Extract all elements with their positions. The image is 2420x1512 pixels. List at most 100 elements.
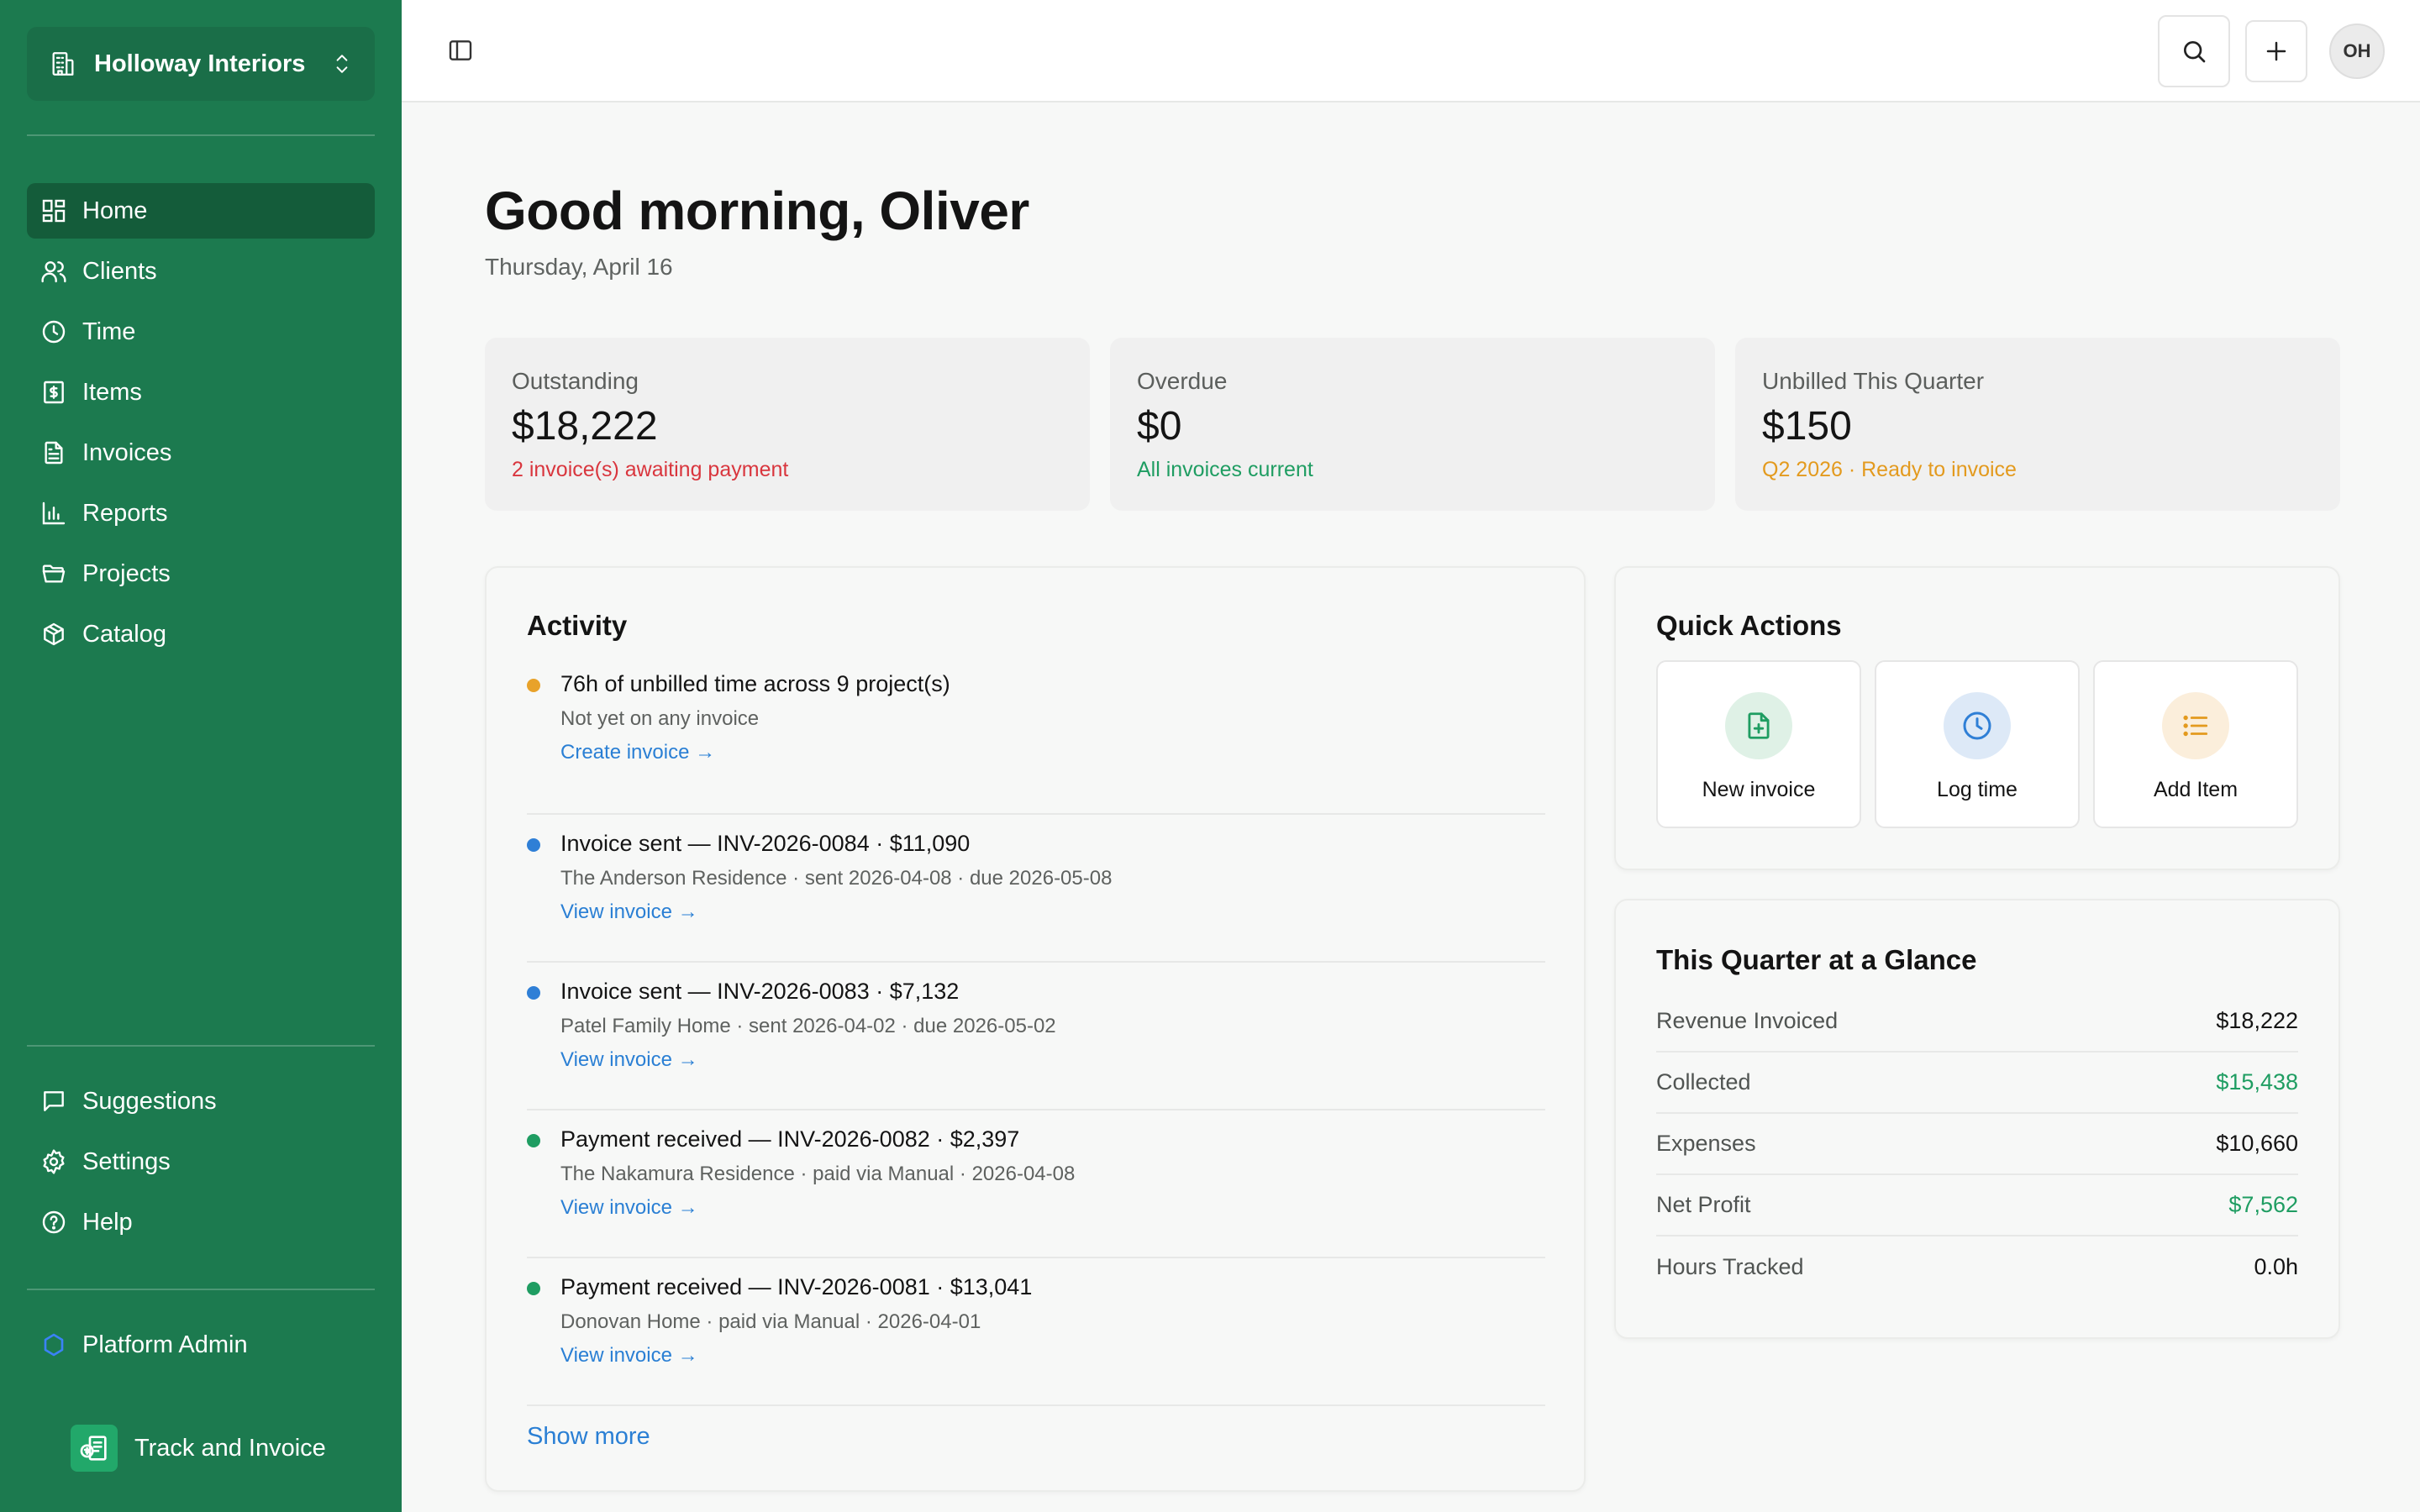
show-more-link[interactable]: Show more	[527, 1423, 650, 1451]
activity-item: Payment received — INV-2026-0082 · $2,39…	[527, 1110, 1545, 1258]
sidebar-item-clients[interactable]: Clients	[27, 244, 375, 299]
log-time-button[interactable]: Log time	[1875, 660, 2080, 828]
sidebar-item-projects[interactable]: Projects	[27, 546, 375, 601]
activity-item: Payment received — INV-2026-0081 · $13,0…	[527, 1258, 1545, 1406]
stat-subtext: 2 invoice(s) awaiting payment	[512, 458, 789, 481]
sidebar-toggle-icon[interactable]	[447, 37, 474, 64]
brand: Track and Invoice	[71, 1425, 326, 1472]
message-icon	[44, 1091, 64, 1111]
activity-item-title: Invoice sent — INV-2026-0084 · $11,090	[560, 831, 971, 856]
glance-row-net-profit: Net Profit $7,562	[1656, 1175, 2298, 1236]
workspace-switcher[interactable]: Holloway Interiors	[27, 27, 375, 101]
glance-row-collected: Collected $15,438	[1656, 1053, 2298, 1114]
workspace-name: Holloway Interiors	[94, 50, 306, 77]
sidebar-item-settings[interactable]: Settings	[27, 1134, 375, 1189]
view-invoice-link[interactable]: View invoice →	[560, 1045, 698, 1075]
add-button[interactable]	[2245, 20, 2307, 82]
dollar-receipt-icon	[44, 381, 64, 404]
activity-item-detail: The Nakamura Residence · paid via Manual…	[560, 1163, 1076, 1185]
sidebar-divider	[27, 1289, 375, 1290]
brand-logo	[71, 1425, 118, 1472]
sidebar-divider	[27, 134, 375, 136]
admin-nav: Platform Admin	[27, 1317, 375, 1378]
glance-label: Collected	[1656, 1069, 1751, 1095]
glance-label: Net Profit	[1656, 1192, 1751, 1217]
primary-nav: Home Clients Time Items Invoices Reports…	[27, 183, 375, 667]
status-dot	[527, 1134, 540, 1147]
sidebar-item-items[interactable]: Items	[27, 365, 375, 420]
sidebar-item-label: Items	[82, 378, 142, 406]
stat-card-unbilled[interactable]: Unbilled This Quarter $150 Q2 2026 · Rea…	[1735, 338, 2340, 511]
secondary-nav: Suggestions Settings Help	[27, 1074, 375, 1255]
sidebar-item-invoices[interactable]: Invoices	[27, 425, 375, 480]
status-dot	[527, 838, 540, 852]
glance-table: Revenue Invoiced $18,222 Collected $15,4…	[1656, 991, 2298, 1298]
status-dot	[527, 1282, 540, 1295]
sidebar-item-platform-admin[interactable]: Platform Admin	[27, 1317, 375, 1373]
activity-item-detail: Patel Family Home · sent 2026-04-02 · du…	[560, 1015, 1056, 1037]
hexagon-icon	[44, 1333, 64, 1357]
view-invoice-link[interactable]: View invoice →	[560, 1341, 698, 1371]
users-icon	[41, 261, 66, 283]
sidebar-divider	[27, 1045, 375, 1047]
chevrons-up-down-icon	[336, 55, 348, 73]
page-title: Good morning, Oliver	[485, 181, 1029, 241]
package-icon	[44, 622, 64, 646]
glance-label: Hours Tracked	[1656, 1254, 1804, 1279]
stat-card-overdue[interactable]: Overdue $0 All invoices current	[1110, 338, 1715, 511]
quick-action-label: New invoice	[1702, 778, 1816, 801]
glance-title: This Quarter at a Glance	[1656, 944, 1977, 975]
activity-item: 76h of unbilled time across 9 project(s)…	[527, 667, 1545, 815]
glance-label: Revenue Invoiced	[1656, 1008, 1839, 1033]
sidebar-item-suggestions[interactable]: Suggestions	[27, 1074, 375, 1129]
add-item-button[interactable]: Add Item	[2093, 660, 2298, 828]
stat-value: $150	[1762, 404, 1852, 449]
activity-card: Activity 76h of unbilled time across 9 p…	[485, 566, 1586, 1492]
dashboard-icon	[42, 199, 66, 223]
status-dot	[527, 679, 540, 692]
new-invoice-icon-circle	[1725, 692, 1792, 759]
sidebar-item-catalog[interactable]: Catalog	[27, 606, 375, 662]
activity-item: Invoice sent — INV-2026-0084 · $11,090 T…	[527, 815, 1545, 963]
gear-icon	[43, 1149, 65, 1174]
stat-label: Outstanding	[512, 368, 639, 394]
glance-label: Expenses	[1656, 1131, 1756, 1156]
sidebar-item-home[interactable]: Home	[27, 183, 375, 239]
status-dot	[527, 986, 540, 1000]
sidebar-item-label: Catalog	[82, 620, 166, 648]
stat-subtext: All invoices current	[1137, 458, 1313, 481]
activity-item-detail: Not yet on any invoice	[560, 707, 760, 730]
view-invoice-link[interactable]: View invoice →	[560, 1193, 698, 1223]
clock-icon	[1963, 711, 1991, 740]
quarter-glance-card: This Quarter at a Glance Revenue Invoice…	[1614, 899, 2340, 1339]
building-icon	[52, 52, 74, 76]
document-icon	[45, 441, 63, 465]
activity-item-title: Invoice sent — INV-2026-0083 · $7,132	[560, 979, 960, 1004]
quick-action-label: Add Item	[2153, 778, 2238, 801]
stat-card-outstanding[interactable]: Outstanding $18,222 2 invoice(s) awaitin…	[485, 338, 1090, 511]
sidebar-item-label: Platform Admin	[82, 1331, 248, 1358]
sidebar-item-help[interactable]: Help	[27, 1194, 375, 1250]
stat-value: $0	[1137, 404, 1182, 449]
current-date: Thursday, April 16	[485, 254, 673, 280]
glance-row-hours: Hours Tracked 0.0h	[1656, 1236, 2298, 1298]
stat-value: $18,222	[512, 404, 658, 449]
sidebar-item-reports[interactable]: Reports	[27, 486, 375, 541]
add-item-icon-circle	[2162, 692, 2229, 759]
user-avatar[interactable]: OH	[2329, 24, 2385, 79]
view-invoice-link[interactable]: View invoice →	[560, 897, 698, 927]
invoice-logo-icon	[80, 1436, 107, 1461]
sidebar-item-time[interactable]: Time	[27, 304, 375, 360]
new-invoice-button[interactable]: New invoice	[1656, 660, 1861, 828]
activity-item-title: Payment received — INV-2026-0081 · $13,0…	[560, 1274, 1033, 1299]
activity-item-title: 76h of unbilled time across 9 project(s)	[560, 671, 950, 696]
create-invoice-link[interactable]: Create invoice →	[560, 738, 715, 768]
clock-icon	[42, 320, 66, 344]
activity-item-detail: The Anderson Residence · sent 2026-04-08…	[560, 867, 1113, 890]
help-circle-icon	[42, 1210, 66, 1234]
search-icon	[2184, 41, 2206, 63]
glance-value: $15,438	[2216, 1069, 2298, 1095]
sidebar-item-label: Suggestions	[82, 1087, 217, 1115]
stat-label: Unbilled This Quarter	[1762, 368, 1985, 394]
search-button[interactable]	[2158, 15, 2230, 87]
